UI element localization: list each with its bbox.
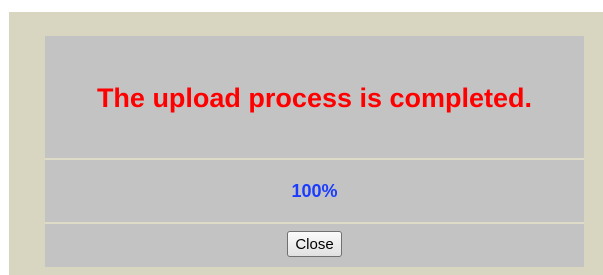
progress-percent: 100% <box>291 180 338 201</box>
message-row: The upload process is completed. <box>45 36 584 158</box>
button-row: Close <box>45 224 584 267</box>
upload-status-panel: The upload process is completed. 100% Cl… <box>45 36 584 267</box>
progress-row: 100% <box>45 160 584 222</box>
dialog-frame: The upload process is completed. 100% Cl… <box>9 12 603 275</box>
close-button[interactable]: Close <box>287 231 342 257</box>
upload-complete-message: The upload process is completed. <box>96 82 533 113</box>
